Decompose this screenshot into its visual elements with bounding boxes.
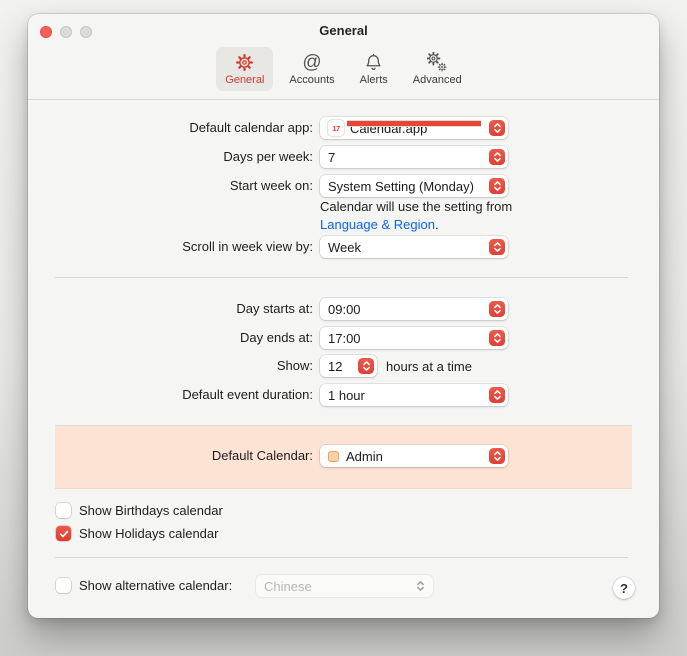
default-calendar-value: Admin <box>346 449 383 464</box>
day-ends-label: Day ends at: <box>28 330 313 346</box>
birthdays-checkbox-row[interactable]: Show Birthdays calendar <box>56 503 223 518</box>
scroll-week-view-label: Scroll in week view by: <box>28 239 313 255</box>
alternative-calendar-label: Show alternative calendar: <box>79 578 232 593</box>
alternative-calendar-row[interactable]: Show alternative calendar: <box>56 578 232 593</box>
default-calendar-label: Default Calendar: <box>28 448 313 464</box>
scroll-week-view-popup[interactable]: Week <box>320 236 508 258</box>
preferences-window: General General @ Accounts Alerts <box>28 14 659 618</box>
row-default-calendar: Default Calendar: Admin <box>28 445 659 467</box>
show-hours-label: Show: <box>28 358 313 374</box>
language-region-link[interactable]: Language & Region <box>320 217 435 232</box>
alternative-calendar-checkbox[interactable] <box>56 578 71 593</box>
calendar-color-swatch <box>328 451 339 462</box>
stepper-icon <box>489 330 505 346</box>
row-show-hours: Show: 12 hours at a time <box>28 355 659 377</box>
stepper-icon <box>489 149 505 165</box>
stepper-icon <box>489 178 505 194</box>
default-app-label: Default calendar app: <box>28 120 313 136</box>
section-divider <box>55 277 628 278</box>
birthdays-label: Show Birthdays calendar <box>79 503 223 518</box>
start-week-label: Start week on: <box>28 178 313 194</box>
row-scroll-week-view: Scroll in week view by: Week <box>28 236 659 258</box>
start-week-popup[interactable]: System Setting (Monday) <box>320 175 508 197</box>
day-starts-label: Day starts at: <box>28 301 313 317</box>
stepper-icon <box>489 120 505 136</box>
day-ends-popup[interactable]: 17:00 <box>320 327 508 349</box>
event-duration-value: 1 hour <box>328 388 365 403</box>
section-divider <box>55 557 628 558</box>
row-days-per-week: Days per week: 7 <box>28 146 659 168</box>
holidays-checkbox-row[interactable]: Show Holidays calendar <box>56 526 218 541</box>
help-button[interactable]: ? <box>613 577 635 599</box>
birthdays-checkbox[interactable] <box>56 503 71 518</box>
start-week-value: System Setting (Monday) <box>328 179 474 194</box>
row-start-week: Start week on: System Setting (Monday) <box>28 175 659 197</box>
start-week-note: Calendar will use the setting from Langu… <box>320 198 535 234</box>
stepper-icon <box>358 358 374 374</box>
alternative-calendar-popup: Chinese <box>256 575 433 597</box>
row-day-ends: Day ends at: 17:00 <box>28 327 659 349</box>
day-ends-value: 17:00 <box>328 331 361 346</box>
show-hours-value: 12 <box>328 359 342 374</box>
show-hours-suffix: hours at a time <box>386 359 472 374</box>
day-starts-popup[interactable]: 09:00 <box>320 298 508 320</box>
stepper-icon <box>489 387 505 403</box>
holidays-label: Show Holidays calendar <box>79 526 218 541</box>
calendar-app-icon: 17 <box>328 120 344 136</box>
row-default-app: Default calendar app: 17 Calendar.app <box>28 117 659 139</box>
general-pane: Default calendar app: 17 Calendar.app Da… <box>28 14 659 618</box>
day-starts-value: 09:00 <box>328 302 361 317</box>
stepper-icon <box>489 448 505 464</box>
event-duration-label: Default event duration: <box>28 387 313 403</box>
chevrons-icon <box>415 579 426 593</box>
alternative-calendar-value: Chinese <box>264 579 312 594</box>
help-glyph: ? <box>620 581 628 596</box>
show-hours-popup[interactable]: 12 <box>320 355 377 377</box>
stepper-icon <box>489 239 505 255</box>
row-event-duration: Default event duration: 1 hour <box>28 384 659 406</box>
default-calendar-popup[interactable]: Admin <box>320 445 508 467</box>
holidays-checkbox[interactable] <box>56 526 71 541</box>
stepper-icon <box>489 301 505 317</box>
scroll-week-view-value: Week <box>328 240 361 255</box>
row-day-starts: Day starts at: 09:00 <box>28 298 659 320</box>
default-app-popup[interactable]: 17 Calendar.app <box>320 117 508 139</box>
days-per-week-value: 7 <box>328 150 335 165</box>
days-per-week-popup[interactable]: 7 <box>320 146 508 168</box>
days-per-week-label: Days per week: <box>28 149 313 165</box>
event-duration-popup[interactable]: 1 hour <box>320 384 508 406</box>
